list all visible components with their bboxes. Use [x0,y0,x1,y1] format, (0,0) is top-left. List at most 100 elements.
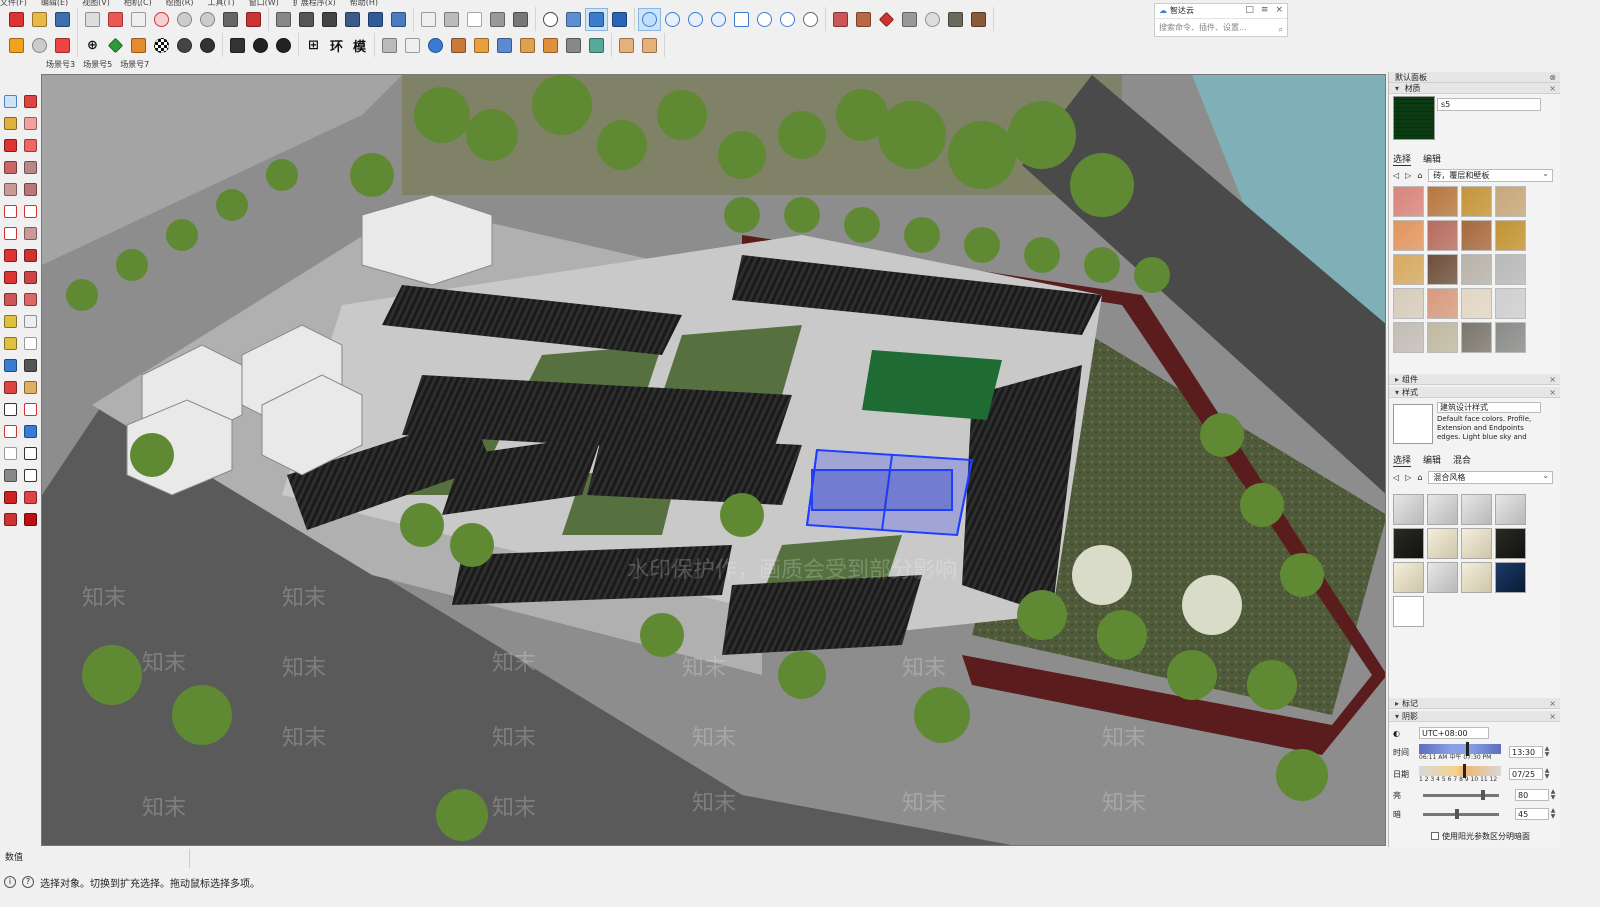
date-input[interactable]: 07/25 [1509,768,1543,780]
render-icon[interactable] [945,9,966,30]
scissors-icon[interactable] [563,35,584,56]
tab-mix[interactable]: 混合 [1453,453,1471,467]
gear-icon[interactable] [197,35,218,56]
dark-input[interactable]: 45 [1515,808,1549,820]
paint-grey-icon[interactable] [899,9,920,30]
3d-viewport[interactable]: 水印保护作，画质会受到部分影响 知末 知末 知末 知末 知末 知末 知末 知末 … [41,74,1386,846]
eraser-icon[interactable] [20,112,40,134]
check-icon[interactable] [777,9,798,30]
material-swatch[interactable] [1461,254,1492,285]
scene-tab-5[interactable]: 场景号5 [79,58,116,72]
arc-3-icon[interactable] [0,222,20,244]
material-swatch[interactable] [1393,322,1424,353]
iso-view-icon[interactable] [273,9,294,30]
zoom-icon[interactable] [0,398,20,420]
freehand-icon[interactable] [20,134,40,156]
refresh-icon[interactable] [29,35,50,56]
extension-icon[interactable] [20,486,40,508]
shaded-icon[interactable] [487,9,508,30]
wireframe-icon[interactable] [441,9,462,30]
close-icon[interactable]: × [1549,83,1556,94]
pin-icon[interactable]: ⊗ [1549,72,1556,83]
shadows-header[interactable]: ▾ 阴影 × [1389,711,1560,722]
frame-alt-icon[interactable] [639,35,660,56]
materials-header[interactable]: ▾ 材质 × [1389,83,1560,94]
chrome-icon[interactable] [800,9,821,30]
warehouse-icon[interactable] [0,508,20,530]
arc-icon[interactable] [0,200,20,222]
model-char-icon[interactable]: 模 [349,35,370,56]
model-info-icon[interactable] [243,9,264,30]
cut-icon[interactable] [82,9,103,30]
box-orange-icon[interactable] [471,35,492,56]
zoom-window-icon[interactable] [20,398,40,420]
rotated-rect-icon[interactable] [20,156,40,178]
dark-slider[interactable] [1423,808,1499,819]
style-thumb[interactable] [1393,596,1424,627]
open-folder-icon[interactable] [29,9,50,30]
settings-cog-icon[interactable] [754,9,775,30]
dimension-tool-icon[interactable] [20,310,40,332]
tab-edit[interactable]: 编辑 [1423,453,1441,467]
material-swatch[interactable] [1495,186,1526,217]
material-swatch[interactable] [1393,254,1424,285]
cloud-sync-icon[interactable] [638,7,661,31]
make-component-icon[interactable] [20,90,40,112]
export-icon[interactable] [968,9,989,30]
pan-icon[interactable] [20,376,40,398]
top-view-icon[interactable] [296,9,317,30]
tab-select[interactable]: 选择 [1393,152,1412,166]
walk-icon[interactable] [0,464,20,486]
close-icon[interactable]: × [1549,698,1556,709]
orbit-icon[interactable] [540,9,561,30]
mail-icon[interactable] [227,35,248,56]
restore-icon[interactable]: □ [1245,5,1254,15]
offset-icon[interactable] [20,288,40,310]
textured-icon[interactable] [510,9,531,30]
protractor-icon[interactable] [0,332,20,354]
material-tool-icon[interactable] [830,9,851,30]
style-thumb[interactable] [1495,494,1526,525]
home-icon[interactable]: ⌂ [1417,171,1422,180]
redo-icon[interactable] [197,9,218,30]
dark-spinner[interactable]: ▲ ▼ [1549,808,1557,820]
material-swatch[interactable] [1393,186,1424,217]
rectangle-icon[interactable] [0,156,20,178]
light-input[interactable]: 80 [1515,789,1549,801]
pie-icon[interactable] [20,222,40,244]
material-swatch[interactable] [1461,322,1492,353]
style-thumb[interactable] [1495,528,1526,559]
look-around-icon[interactable] [20,442,40,464]
follow-me-icon[interactable] [20,266,40,288]
material-swatch[interactable] [1495,288,1526,319]
scale-icon[interactable] [0,288,20,310]
move-icon[interactable] [0,244,20,266]
hand-icon[interactable] [922,9,943,30]
material-swatch[interactable] [1393,288,1424,319]
search-icon[interactable]: ⌕ [1279,21,1283,39]
polygon-icon[interactable] [20,178,40,200]
search-input[interactable]: 搜索命令、插件、设置... ⌕ [1155,18,1287,36]
paste-icon[interactable] [128,9,149,30]
text-icon[interactable] [20,332,40,354]
print-icon[interactable] [220,9,241,30]
back-arrow-icon[interactable]: ◁ [1393,473,1399,482]
paint-red-icon[interactable] [876,9,897,30]
layers-icon[interactable] [52,35,73,56]
close-icon[interactable]: × [1549,387,1556,398]
user-icon[interactable] [273,35,294,56]
ruby-icon[interactable] [20,508,40,530]
menu-icon[interactable]: ≡ [1261,5,1269,15]
material-swatch[interactable] [1427,322,1458,353]
tab-edit[interactable]: 编辑 [1423,152,1441,166]
zoom-extents-tool-icon[interactable] [0,420,20,442]
time-spinner[interactable]: ▲ ▼ [1543,746,1551,758]
orbit-tool-icon[interactable] [0,376,20,398]
material-swatch[interactable] [1495,254,1526,285]
material-swatch[interactable] [1393,220,1424,251]
info-icon[interactable] [250,35,271,56]
curve-icon[interactable] [586,35,607,56]
line-icon[interactable] [0,134,20,156]
xray-icon[interactable] [418,9,439,30]
right-view-icon[interactable] [342,9,363,30]
